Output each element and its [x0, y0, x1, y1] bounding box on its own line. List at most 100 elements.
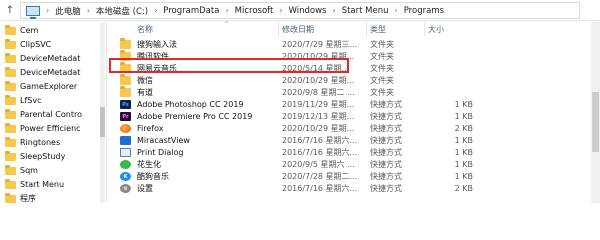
- file-type: 快捷方式: [370, 183, 402, 193]
- nav-item-parental-controls[interactable]: Parental Contro: [0, 108, 100, 121]
- settings-icon: ⚙: [120, 184, 131, 193]
- folder-icon: [5, 122, 16, 133]
- breadcrumb-programdata[interactable]: ProgramData: [163, 6, 219, 16]
- nav-item-sqm[interactable]: Sqm: [0, 164, 100, 177]
- pane-divider[interactable]: [106, 22, 107, 203]
- file-size: 1 KB: [454, 147, 473, 157]
- column-header-name[interactable]: 名称: [137, 22, 153, 36]
- file-type: 文件夹: [370, 39, 394, 49]
- app-icon: [120, 160, 131, 169]
- list-item-folder[interactable]: 搜狗输入法 2020/7/29 星期三... 文件夹: [112, 38, 592, 50]
- folder-icon: [5, 178, 16, 189]
- file-type: 快捷方式: [370, 147, 402, 157]
- column-divider[interactable]: [278, 22, 279, 36]
- list-item-folder[interactable]: 有道 2020/9/8 星期二 ... 文件夹: [112, 86, 592, 98]
- breadcrumb[interactable]: › 此电脑 › 本地磁盘 (C:) › ProgramData › Micros…: [20, 2, 580, 19]
- list-item-shortcut[interactable]: ⚙ 设置 2016/7/16 星期六... 快捷方式 2 KB: [112, 182, 592, 194]
- folder-icon: [5, 80, 16, 91]
- firefox-icon: [120, 124, 131, 133]
- file-date: 2016/7/16 星期六...: [282, 183, 358, 193]
- up-arrow-icon[interactable]: ↑: [2, 1, 18, 19]
- file-type: 快捷方式: [370, 159, 402, 169]
- file-name: 有道: [137, 87, 153, 97]
- folder-icon: [5, 66, 16, 77]
- file-type: 快捷方式: [370, 135, 402, 145]
- file-date: 2019/12/13 星期...: [282, 111, 355, 121]
- chevron-right-icon[interactable]: ›: [46, 6, 49, 15]
- file-date: 2020/9/8 星期二 ...: [282, 87, 355, 97]
- list-item-shortcut[interactable]: K 酷狗音乐 2020/7/28 星期二... 快捷方式 1 KB: [112, 170, 592, 182]
- list-item-folder[interactable]: 微信 2020/10/29 星期... 文件夹: [112, 74, 592, 86]
- file-name: Print Dialog: [137, 147, 184, 157]
- folder-icon: [5, 108, 16, 119]
- folder-icon: [5, 38, 16, 49]
- chevron-right-icon[interactable]: ›: [225, 6, 228, 15]
- file-size: 1 KB: [454, 135, 473, 145]
- nav-item-lfsvc[interactable]: LfSvc: [0, 94, 100, 107]
- folder-icon: [5, 150, 16, 161]
- nav-item-programs[interactable]: 程序: [0, 192, 100, 203]
- folder-icon: [120, 38, 131, 49]
- nav-item-clipsvc[interactable]: ClipSVC: [0, 38, 100, 51]
- list-item-shortcut[interactable]: Print Dialog 2016/7/16 星期六... 快捷方式 1 KB: [112, 146, 592, 158]
- nav-item-power-efficiency[interactable]: Power Efficienc: [0, 122, 100, 135]
- file-type: 文件夹: [370, 51, 394, 61]
- breadcrumb-this-pc[interactable]: 此电脑: [55, 5, 81, 17]
- scrollbar-thumb[interactable]: [592, 92, 599, 152]
- breadcrumb-local-disk[interactable]: 本地磁盘 (C:): [96, 5, 148, 17]
- column-header-type[interactable]: 类型: [370, 22, 386, 36]
- sort-caret-icon: ^: [224, 21, 230, 28]
- nav-item-start-menu[interactable]: Start Menu: [0, 178, 100, 191]
- breadcrumb-windows[interactable]: Windows: [289, 6, 327, 16]
- file-size: 1 KB: [454, 99, 473, 109]
- list-item-shortcut[interactable]: Ps Adobe Photoshop CC 2019 2019/11/29 星期…: [112, 98, 592, 110]
- file-type: 快捷方式: [370, 123, 402, 133]
- column-header-date[interactable]: 修改日期: [282, 22, 314, 36]
- column-divider[interactable]: [424, 22, 425, 36]
- folder-icon: [120, 74, 131, 85]
- file-date: 2020/9/5 星期六 ...: [282, 159, 355, 169]
- scrollbar-thumb[interactable]: [100, 107, 105, 137]
- column-header-size[interactable]: 大小: [428, 22, 444, 36]
- breadcrumb-microsoft[interactable]: Microsoft: [235, 6, 274, 16]
- file-name: 微信: [137, 75, 153, 85]
- miracast-icon: [120, 136, 131, 145]
- list-item-shortcut[interactable]: 花生化 2020/9/5 星期六 ... 快捷方式 1 KB: [112, 158, 592, 170]
- nav-item-cem[interactable]: Cem: [0, 24, 100, 37]
- nav-item-sleepstudy[interactable]: SleepStudy: [0, 150, 100, 163]
- file-date: 2020/10/29 星期...: [282, 123, 355, 133]
- file-type: 快捷方式: [370, 111, 402, 121]
- folder-icon: [5, 24, 16, 35]
- file-type: 快捷方式: [370, 171, 402, 181]
- nav-item-ringtones[interactable]: Ringtones: [0, 136, 100, 149]
- file-date: 2019/11/29 星期...: [282, 99, 355, 109]
- nav-item-gameexplorer[interactable]: GameExplorer: [0, 80, 100, 93]
- breadcrumb-start-menu[interactable]: Start Menu: [342, 6, 389, 16]
- column-divider[interactable]: [366, 22, 367, 36]
- computer-icon: [26, 5, 40, 19]
- file-name: 花生化: [137, 159, 161, 169]
- print-dialog-icon: [120, 148, 131, 157]
- chevron-right-icon[interactable]: ›: [279, 6, 282, 15]
- photoshop-icon: Ps: [120, 100, 131, 109]
- address-bar: ↑ › 此电脑 › 本地磁盘 (C:) › ProgramData › Micr…: [0, 0, 600, 21]
- folder-icon: [5, 52, 16, 63]
- file-date: 2020/10/29 星期...: [282, 75, 355, 85]
- highlight-box: [109, 58, 349, 73]
- file-name: 设置: [137, 183, 153, 193]
- chevron-right-icon[interactable]: ›: [332, 6, 335, 15]
- list-item-shortcut[interactable]: Pr Adobe Premiere Pro CC 2019 2019/12/13…: [112, 110, 592, 122]
- file-list-scrollbar[interactable]: [591, 22, 600, 203]
- file-name: MiracastView: [137, 135, 190, 145]
- nav-item-devicemetadata-2[interactable]: DeviceMetadat: [0, 66, 100, 79]
- nav-item-devicemetadata-1[interactable]: DeviceMetadat: [0, 52, 100, 65]
- nav-scrollbar[interactable]: [100, 22, 105, 203]
- list-item-shortcut[interactable]: Firefox 2020/10/29 星期... 快捷方式 2 KB: [112, 122, 592, 134]
- chevron-right-icon[interactable]: ›: [154, 6, 157, 15]
- list-item-shortcut[interactable]: MiracastView 2016/7/16 星期六... 快捷方式 1 KB: [112, 134, 592, 146]
- folder-icon: [120, 86, 131, 97]
- chevron-right-icon[interactable]: ›: [87, 6, 90, 15]
- chevron-right-icon[interactable]: ›: [395, 6, 398, 15]
- breadcrumb-programs[interactable]: Programs: [404, 6, 444, 16]
- file-date: 2016/7/16 星期六...: [282, 135, 358, 145]
